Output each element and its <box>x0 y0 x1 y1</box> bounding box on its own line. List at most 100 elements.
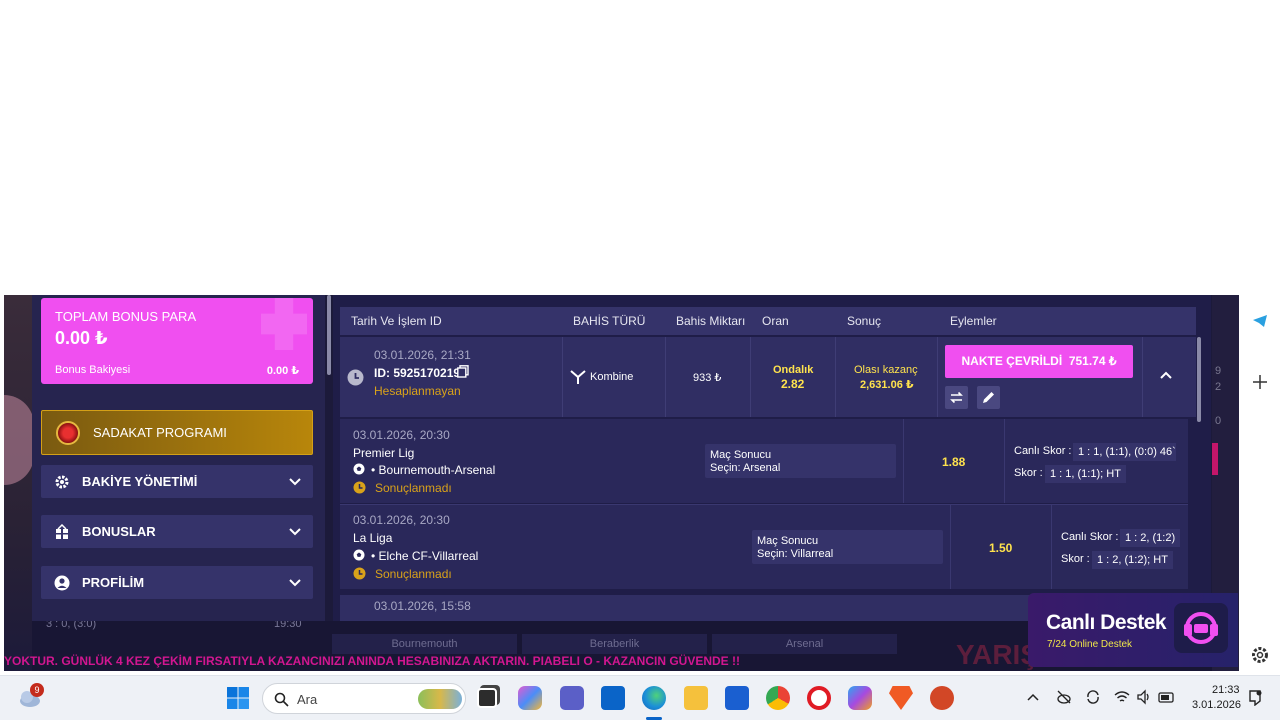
odds-format: Ondalık <box>773 364 814 376</box>
user-icon <box>54 575 70 591</box>
bet-amount: 933 ₺ <box>693 372 722 384</box>
score-label: Skor : <box>1061 553 1090 565</box>
live-score-label: Canlı Skor : <box>1014 445 1072 457</box>
cashout-value: 751.74 ₺ <box>1068 354 1117 368</box>
live-score-value: 1 : 1, (1:1), (0:0) 46` <box>1073 443 1176 461</box>
live-support-button[interactable]: Canlı Destek 7/24 Online Destek <box>1028 593 1238 667</box>
chrome-icon[interactable] <box>766 686 790 710</box>
outlook-icon[interactable] <box>601 686 625 710</box>
football-icon <box>353 549 365 561</box>
taskbar-search[interactable]: Ara <box>262 683 466 714</box>
selection-status: Sonuçlanmadı <box>375 481 452 495</box>
selection-odds: 1.50 <box>989 541 1013 555</box>
selection-status: Sonuçlanmadı <box>375 567 452 581</box>
chevron-down-icon <box>289 478 301 486</box>
cashout-button[interactable]: NAKTE ÇEVRİLDİ 751.74 ₺ <box>945 345 1133 378</box>
medal-icon <box>56 421 80 445</box>
menu-item-balance-management[interactable]: BAKİYE YÖNETİMİ <box>41 465 313 498</box>
cloud-offline-icon[interactable] <box>1056 689 1072 705</box>
task-view-icon[interactable] <box>477 688 497 708</box>
column-header: BAHİS TÜRÜ <box>573 314 646 328</box>
loyalty-program-label: SADAKAT PROGRAMI <box>93 425 227 440</box>
gear-icon <box>55 475 69 489</box>
menu-item-profile[interactable]: PROFİLİM <box>41 566 313 599</box>
copy-icon[interactable] <box>457 365 469 378</box>
settings-gear-icon[interactable] <box>1250 645 1270 665</box>
bet-datetime: 03.01.2026, 15:58 <box>374 599 471 613</box>
battery-icon[interactable] <box>1158 689 1176 705</box>
sidebar-scrollbar[interactable] <box>327 295 331 375</box>
brave-icon[interactable] <box>889 686 913 710</box>
windows-start-icon[interactable] <box>226 686 250 710</box>
clock-icon <box>353 567 366 580</box>
repeat-icon <box>950 391 963 404</box>
column-header: Oran <box>762 314 789 328</box>
microsoft365-icon[interactable] <box>848 686 872 710</box>
powerpoint-icon[interactable] <box>930 686 954 710</box>
selection-pick: Seçin: Villarreal <box>757 548 834 560</box>
gift-icon <box>56 524 68 539</box>
teams-icon[interactable] <box>560 686 584 710</box>
clock-icon <box>353 481 366 494</box>
loyalty-program-button[interactable]: SADAKAT PROGRAMI <box>41 410 313 455</box>
pencil-icon <box>983 392 994 403</box>
bonus-title: TOPLAM BONUS PARA <box>55 309 197 324</box>
bet-row[interactable]: 03.01.2026, 21:31 ID: 5925170219 Hesapla… <box>340 337 1196 417</box>
bet-id: ID: 5925170219 <box>374 366 461 380</box>
repeat-bet-button[interactable] <box>945 386 968 409</box>
clock-icon <box>347 369 364 386</box>
copilot-icon[interactable] <box>518 686 542 710</box>
background-number: 0 <box>1215 415 1222 427</box>
live-score-label: Canlı Skor : <box>1061 531 1119 543</box>
edit-bet-button[interactable] <box>977 386 1000 409</box>
selection-market: Maç Sonucu <box>757 535 819 547</box>
table-header: Tarih Ve İşlem ID BAHİS TÜRÜ Bahis Mikta… <box>340 307 1196 335</box>
volume-icon[interactable] <box>1136 689 1152 705</box>
menu-item-bonuses[interactable]: BONUSLAR <box>41 515 313 548</box>
selection-league: La Liga <box>353 531 393 545</box>
file-explorer-icon[interactable] <box>684 686 708 710</box>
score-value: 1 : 1, (1:1); HT <box>1045 465 1126 483</box>
chevron-up-icon[interactable] <box>1027 692 1039 702</box>
background-number: 2 <box>1215 381 1222 393</box>
odds-value: 2.82 <box>781 377 805 391</box>
wifi-icon[interactable] <box>1114 689 1130 705</box>
bonus-card: TOPLAM BONUS PARA 0.00 ₺ Bonus Bakiyesi … <box>41 298 313 384</box>
column-header: Bahis Miktarı <box>676 314 746 328</box>
background-left-banner <box>4 295 34 671</box>
menu-item-label: BAKİYE YÖNETİMİ <box>82 474 198 489</box>
football-icon <box>353 463 365 475</box>
taskbar-time[interactable]: 21:33 <box>1212 684 1240 696</box>
score-value: 1 : 2, (1:2); HT <box>1092 551 1173 569</box>
combo-icon <box>570 370 586 384</box>
chevron-down-icon <box>289 528 301 536</box>
screen: 9 2 0 3 : 0, (3:0) 19:30 Bournemouth Ber… <box>0 0 1280 720</box>
taskbar: 9 Ara 21:33 3.01.2026 <box>0 675 1280 720</box>
selection-datetime: 03.01.2026, 20:30 <box>353 428 450 442</box>
search-highlight-image <box>418 689 462 709</box>
menu-item-label: BONUSLAR <box>82 524 156 539</box>
plus-icon[interactable] <box>1252 374 1268 390</box>
menu-item-label: PROFİLİM <box>82 575 145 590</box>
taskbar-date[interactable]: 3.01.2026 <box>1192 699 1241 711</box>
bet-history-panel: Tarih Ve İşlem ID BAHİS TÜRÜ Bahis Mikta… <box>333 295 1211 621</box>
chevron-up-icon[interactable] <box>1159 370 1173 380</box>
selection-match: • Elche CF-Villarreal <box>371 549 479 563</box>
telegram-icon[interactable] <box>1252 314 1268 328</box>
sync-icon[interactable] <box>1085 689 1101 705</box>
selection-row: 03.01.2026, 20:30 La Liga • Elche CF-Vil… <box>340 505 1188 589</box>
selection-market-box: Maç Sonucu Seçin: Villarreal <box>752 530 943 564</box>
live-support-title: Canlı Destek <box>1046 611 1167 634</box>
bet-datetime: 03.01.2026, 21:31 <box>374 348 471 362</box>
column-header: Tarih Ve İşlem ID <box>351 314 442 328</box>
account-sidebar: TOPLAM BONUS PARA 0.00 ₺ Bonus Bakiyesi … <box>32 295 325 621</box>
table-scrollbar[interactable] <box>1197 337 1201 422</box>
selection-odds: 1.88 <box>942 455 966 469</box>
store-app-icon[interactable] <box>725 686 749 710</box>
potential-win-label: Olası kazanç <box>854 364 918 376</box>
edge-browser-icon[interactable] <box>642 686 666 710</box>
background-number: 9 <box>1215 365 1222 377</box>
opera-icon[interactable] <box>807 686 831 710</box>
notification-icon[interactable] <box>1248 690 1262 706</box>
bonus-balance-value: 0.00 ₺ <box>266 365 299 377</box>
